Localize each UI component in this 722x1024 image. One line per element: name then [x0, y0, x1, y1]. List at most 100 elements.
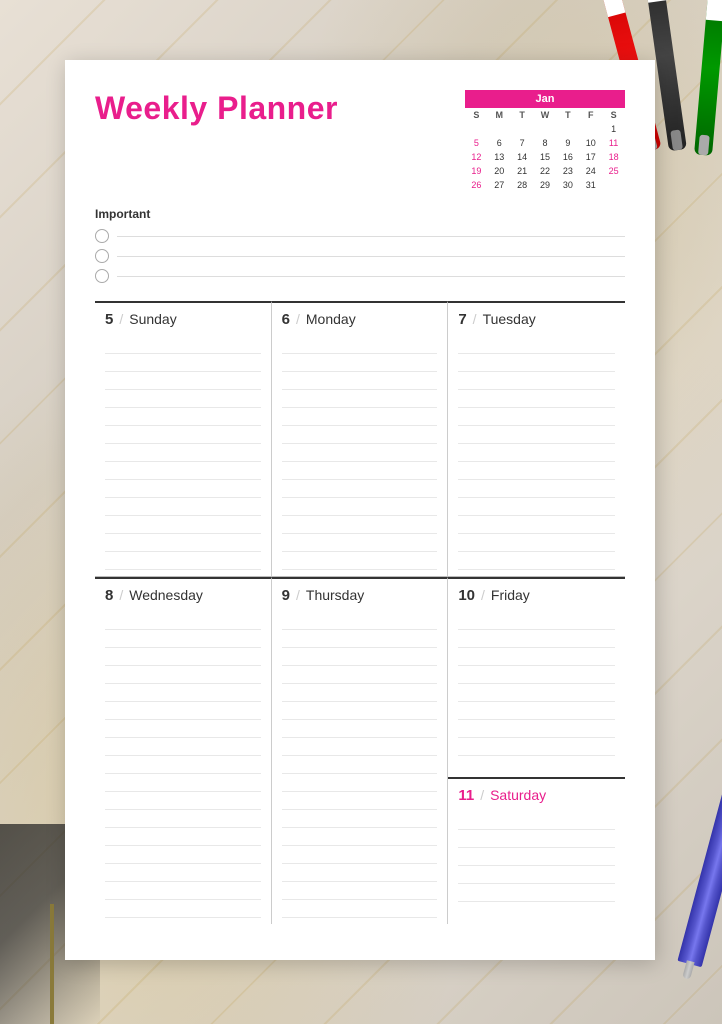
saturday-name: Saturday — [490, 787, 546, 803]
cal-day-21: 21 — [511, 164, 534, 178]
wednesday-name: Wednesday — [129, 587, 203, 603]
important-item-3 — [95, 269, 625, 283]
calendar-month: Jan — [465, 90, 625, 108]
calendar-grid: S M T W T F S 1 5 6 7 8 9 — [465, 108, 625, 192]
wednesday-cell: 8 / Wednesday — [95, 577, 272, 924]
checkbox-3[interactable] — [95, 269, 109, 283]
days-row-1: 5 / Sunday 6 / Monday — [95, 301, 625, 577]
cal-day-12: 12 — [465, 150, 488, 164]
cal-day-empty — [602, 178, 625, 192]
cal-day-27: 27 — [488, 178, 511, 192]
monday-name: Monday — [306, 311, 356, 327]
important-section: Important — [95, 207, 625, 283]
cal-day — [534, 122, 557, 136]
wednesday-slash: / — [119, 587, 123, 603]
monday-cell: 6 / Monday — [272, 301, 449, 576]
cal-day-30: 30 — [556, 178, 579, 192]
planner-title: Weekly Planner — [95, 90, 338, 127]
wednesday-header: 8 / Wednesday — [105, 587, 261, 604]
monday-lines — [282, 336, 438, 570]
cal-header-t1: T — [511, 108, 534, 122]
important-label: Important — [95, 207, 625, 221]
thursday-lines — [282, 612, 438, 918]
sunday-number: 5 — [105, 311, 113, 328]
tuesday-slash: / — [473, 311, 477, 327]
cal-header-m: M — [488, 108, 511, 122]
tuesday-header: 7 / Tuesday — [458, 311, 615, 328]
cal-header-s2: S — [602, 108, 625, 122]
cal-day-15: 15 — [534, 150, 557, 164]
cal-day-26: 26 — [465, 178, 488, 192]
cal-header-s1: S — [465, 108, 488, 122]
monday-slash: / — [296, 311, 300, 327]
friday-header: 10 / Friday — [458, 587, 615, 604]
mini-calendar: Jan S M T W T F S 1 5 6 — [465, 90, 625, 192]
checkbox-line-3 — [117, 276, 625, 277]
cal-day-11: 11 — [602, 136, 625, 150]
cal-day-28: 28 — [511, 178, 534, 192]
cal-day-1: 1 — [602, 122, 625, 136]
thursday-name: Thursday — [306, 587, 364, 603]
cal-day-23: 23 — [556, 164, 579, 178]
thursday-cell: 9 / Thursday — [272, 577, 449, 924]
thursday-header: 9 / Thursday — [282, 587, 438, 604]
tuesday-lines — [458, 336, 615, 570]
checkbox-line-2 — [117, 256, 625, 257]
sunday-header: 5 / Sunday — [105, 311, 261, 328]
sunday-lines — [105, 336, 261, 570]
checkbox-2[interactable] — [95, 249, 109, 263]
cal-day-14: 14 — [511, 150, 534, 164]
saturday-number: 11 — [458, 787, 474, 804]
checkbox-1[interactable] — [95, 229, 109, 243]
cal-day-22: 22 — [534, 164, 557, 178]
wednesday-lines — [105, 612, 261, 918]
monday-number: 6 — [282, 311, 290, 328]
sunday-name: Sunday — [129, 311, 176, 327]
cal-day-20: 20 — [488, 164, 511, 178]
cal-day-17: 17 — [579, 150, 602, 164]
cal-day — [556, 122, 579, 136]
saturday-header: 11 / Saturday — [458, 787, 615, 804]
tuesday-name: Tuesday — [483, 311, 536, 327]
friday-name: Friday — [491, 587, 530, 603]
cal-day-10: 10 — [579, 136, 602, 150]
cal-header-t2: T — [556, 108, 579, 122]
cal-day-13: 13 — [488, 150, 511, 164]
sunday-slash: / — [119, 311, 123, 327]
saturday-lines — [458, 812, 615, 902]
cal-day-31: 31 — [579, 178, 602, 192]
days-row-2: 8 / Wednesday — [95, 577, 625, 924]
planner-paper: Weekly Planner Jan S M T W T F S 1 — [65, 60, 655, 960]
saturday-cell: 11 / Saturday — [448, 777, 625, 924]
sunday-cell: 5 / Sunday — [95, 301, 272, 576]
cal-day-19: 19 — [465, 164, 488, 178]
friday-lines — [458, 612, 615, 756]
tuesday-number: 7 — [458, 311, 466, 328]
green-marker — [694, 0, 722, 156]
cal-day-9: 9 — [556, 136, 579, 150]
days-section: 5 / Sunday 6 / Monday — [95, 301, 625, 924]
planner-header: Weekly Planner Jan S M T W T F S 1 — [95, 90, 625, 192]
cal-day-25: 25 — [602, 164, 625, 178]
cal-day — [488, 122, 511, 136]
friday-cell: 10 / Friday — [448, 577, 625, 777]
cal-header-f: F — [579, 108, 602, 122]
cal-day-16: 16 — [556, 150, 579, 164]
cal-day-24: 24 — [579, 164, 602, 178]
monday-header: 6 / Monday — [282, 311, 438, 328]
friday-saturday-column: 10 / Friday 11 / — [448, 577, 625, 924]
cal-day-6: 6 — [488, 136, 511, 150]
important-item-2 — [95, 249, 625, 263]
saturday-slash: / — [480, 787, 484, 803]
cal-day-8: 8 — [534, 136, 557, 150]
cal-header-w: W — [534, 108, 557, 122]
cal-day-7: 7 — [511, 136, 534, 150]
thursday-slash: / — [296, 587, 300, 603]
cal-day-5: 5 — [465, 136, 488, 150]
cal-day — [465, 122, 488, 136]
thursday-number: 9 — [282, 587, 290, 604]
checkbox-line-1 — [117, 236, 625, 237]
cal-day-29: 29 — [534, 178, 557, 192]
friday-number: 10 — [458, 587, 475, 604]
important-item-1 — [95, 229, 625, 243]
